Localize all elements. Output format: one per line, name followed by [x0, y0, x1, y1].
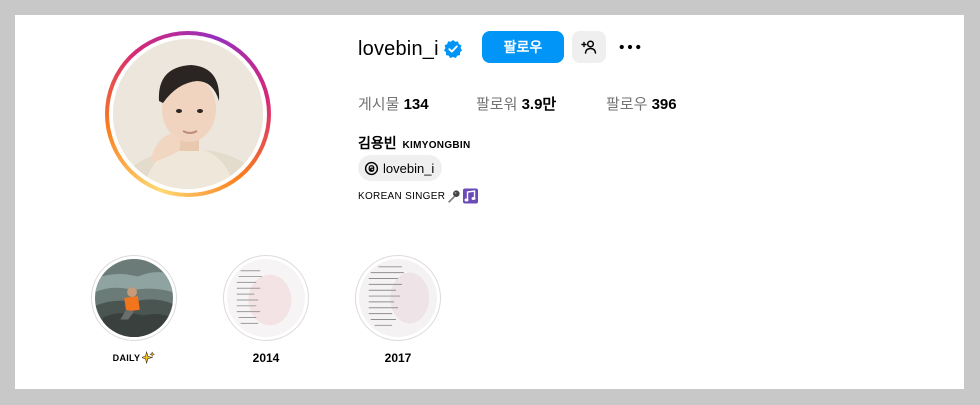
add-person-icon — [581, 40, 597, 54]
avatar-photo-image — [113, 39, 263, 189]
posts-count: 게시물 134 — [358, 93, 429, 114]
bio-text: KOREAN SINGER — [358, 190, 446, 202]
highlight-cover-image — [227, 259, 305, 337]
highlight-2017[interactable]: 2017 — [355, 255, 441, 365]
more-options-button[interactable] — [616, 35, 644, 59]
posts-value: 134 — [403, 96, 429, 113]
threads-link[interactable]: lovebin_i — [358, 155, 443, 181]
sparkles-emoji-icon — [142, 351, 156, 364]
following-value: 396 — [651, 96, 677, 113]
verified-badge-icon — [443, 39, 463, 59]
highlight-cover-image — [359, 259, 437, 337]
following-label: 팔로우 — [606, 96, 648, 113]
highlight-label: 2014 — [252, 351, 280, 365]
profile-avatar-story-ring[interactable] — [105, 31, 271, 197]
followers-value: 3.9만 — [521, 96, 557, 113]
suggested-accounts-button[interactable] — [572, 31, 606, 63]
following-count[interactable]: 팔로우 396 — [606, 93, 677, 114]
highlight-label: DAILY — [112, 352, 141, 363]
more-horizontal-icon — [619, 44, 641, 50]
followers-count[interactable]: 팔로워 3.9만 — [476, 93, 556, 114]
profile-bio: KOREAN SINGER — [358, 188, 479, 204]
followers-label: 팔로워 — [476, 96, 518, 113]
full-name-korean: 김용빈 — [358, 135, 397, 151]
follow-button[interactable]: 팔로우 — [482, 31, 564, 63]
highlight-2014[interactable]: 2014 — [223, 255, 309, 365]
highlight-cover-image — [95, 259, 173, 337]
posts-label: 게시물 — [358, 96, 400, 113]
microphone-emoji-icon — [448, 189, 460, 203]
profile-card: lovebin_i 팔로우 게시물 134 팔로워 3.9만 팔로우 396 김… — [15, 15, 964, 389]
profile-username: lovebin_i — [358, 38, 439, 60]
highlight-daily[interactable]: DAILY — [91, 255, 177, 364]
threads-icon — [364, 161, 379, 175]
profile-full-name: 김용빈 KIMYONGBIN — [358, 133, 471, 153]
musical-notes-emoji-icon — [463, 188, 479, 204]
threads-handle: lovebin_i — [383, 160, 435, 176]
highlight-label: 2017 — [384, 351, 412, 365]
full-name-english: KIMYONGBIN — [402, 140, 471, 151]
avatar — [113, 39, 263, 189]
